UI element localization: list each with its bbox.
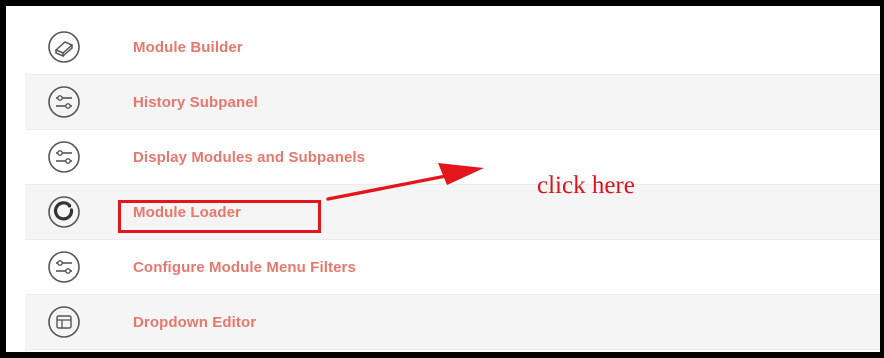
menu-item-configure-filters[interactable]: Configure Module Menu Filters	[25, 240, 880, 295]
sliders-icon	[47, 85, 81, 119]
menu-item-label[interactable]: Configure Module Menu Filters	[133, 259, 356, 276]
admin-menu-list: Module Builder History Subpanel Display …	[25, 20, 880, 350]
menu-item-label[interactable]: Module Builder	[133, 39, 243, 56]
menu-item-label[interactable]: History Subpanel	[133, 94, 258, 111]
module-builder-icon	[47, 30, 81, 64]
menu-item-label[interactable]: Dropdown Editor	[133, 314, 256, 331]
annotation-text: click here	[537, 172, 635, 199]
highlight-box	[118, 200, 321, 233]
sliders-icon	[47, 250, 81, 284]
menu-item-dropdown-editor[interactable]: Dropdown Editor	[25, 295, 880, 350]
dropdown-editor-icon	[47, 305, 81, 339]
menu-item-label[interactable]: Display Modules and Subpanels	[133, 149, 365, 166]
module-loader-icon	[47, 195, 81, 229]
sliders-icon	[47, 140, 81, 174]
menu-item-module-builder[interactable]: Module Builder	[25, 20, 880, 75]
menu-item-history-subpanel[interactable]: History Subpanel	[25, 75, 880, 130]
menu-item-display-modules[interactable]: Display Modules and Subpanels	[25, 130, 880, 185]
screenshot-frame: Module Builder History Subpanel Display …	[0, 0, 884, 358]
